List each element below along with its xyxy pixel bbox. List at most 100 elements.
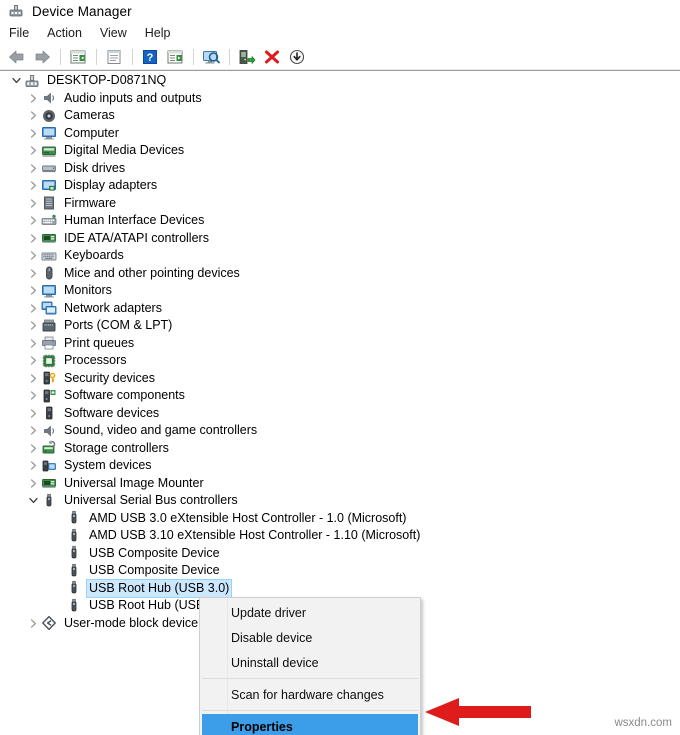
tree-item-label: Software components [64, 388, 185, 403]
tree-item-monitors[interactable]: Monitors [0, 282, 680, 300]
tree-item-universal-image-mounter[interactable]: Universal Image Mounter [0, 475, 680, 493]
chevron-right-icon[interactable] [25, 212, 41, 229]
chevron-down-icon[interactable] [8, 72, 24, 89]
tree-item-amd-usb-3-10-extensible-host-controller-1-10-microsoft[interactable]: AMD USB 3.10 eXtensible Host Controller … [0, 527, 680, 545]
usb-icon [66, 545, 82, 561]
chevron-right-icon[interactable] [25, 352, 41, 369]
usb-icon [66, 563, 82, 579]
menu-action[interactable]: Action [38, 24, 91, 42]
chevron-right-icon[interactable] [25, 90, 41, 107]
tree-item-digital-media-devices[interactable]: Digital Media Devices [0, 142, 680, 160]
image-mounter-icon [41, 475, 57, 491]
chevron-right-icon[interactable] [25, 125, 41, 142]
software-component-icon [41, 388, 57, 404]
tree-item-software-components[interactable]: Software components [0, 387, 680, 405]
usb-icon [66, 510, 82, 526]
tree-item-security-devices[interactable]: Security devices [0, 370, 680, 388]
context-menu[interactable]: Update driver Disable device Uninstall d… [199, 597, 421, 735]
tree-item-processors[interactable]: Processors [0, 352, 680, 370]
tree-item-label: Ports (COM & LPT) [64, 318, 173, 333]
menu-help[interactable]: Help [136, 24, 180, 42]
tree-item-human-interface-devices[interactable]: Human Interface Devices [0, 212, 680, 230]
tree-item-network-adapters[interactable]: Network adapters [0, 300, 680, 318]
tree-item-usb-composite-device[interactable]: USB Composite Device [0, 562, 680, 580]
help-icon[interactable]: ? [138, 46, 162, 68]
tree-item-storage-controllers[interactable]: Storage controllers [0, 440, 680, 458]
disable-device-icon[interactable] [285, 46, 309, 68]
tree-item-cameras[interactable]: Cameras [0, 107, 680, 125]
uninstall-device-icon[interactable] [260, 46, 284, 68]
view-details-icon[interactable] [163, 46, 187, 68]
usb-icon [41, 493, 57, 509]
update-driver-icon[interactable] [235, 46, 259, 68]
svg-text:?: ? [147, 52, 154, 64]
tree-item-sound-video-and-game-controllers[interactable]: Sound, video and game controllers [0, 422, 680, 440]
chevron-right-icon[interactable] [25, 440, 41, 457]
chevron-down-icon[interactable] [25, 492, 41, 509]
chevron-right-icon[interactable] [25, 300, 41, 317]
tree-item-display-adapters[interactable]: Display adapters [0, 177, 680, 195]
chevron-right-icon[interactable] [25, 475, 41, 492]
tree-item-amd-usb-3-0-extensible-host-controller-1-0-microsoft[interactable]: AMD USB 3.0 eXtensible Host Controller -… [0, 510, 680, 528]
network-adapter-icon [41, 300, 57, 316]
forward-icon[interactable] [30, 46, 54, 68]
chevron-right-icon[interactable] [25, 370, 41, 387]
ctx-disable-device[interactable]: Disable device [200, 625, 420, 650]
chevron-right-icon[interactable] [25, 615, 41, 632]
toolbar-divider [0, 70, 680, 71]
chevron-right-icon[interactable] [25, 247, 41, 264]
chevron-right-icon[interactable] [25, 317, 41, 334]
tree-item-keyboards[interactable]: Keyboards [0, 247, 680, 265]
tree-item-usb-root-hub-usb-3-0[interactable]: USB Root Hub (USB 3.0) [0, 578, 680, 598]
tree-item-computer[interactable]: Computer [0, 125, 680, 143]
menu-view[interactable]: View [91, 24, 136, 42]
firmware-icon [41, 195, 57, 211]
chevron-right-icon[interactable] [25, 422, 41, 439]
ctx-scan-hardware-changes[interactable]: Scan for hardware changes [200, 682, 420, 707]
show-hide-console-tree-icon[interactable] [66, 46, 90, 68]
chevron-right-icon[interactable] [25, 142, 41, 159]
tree-item-mice-and-other-pointing-devices[interactable]: Mice and other pointing devices [0, 265, 680, 283]
menu-file[interactable]: File [0, 24, 38, 42]
chevron-right-icon[interactable] [25, 230, 41, 247]
back-icon[interactable] [5, 46, 29, 68]
chevron-right-icon[interactable] [25, 177, 41, 194]
chevron-right-icon[interactable] [25, 405, 41, 422]
chevron-right-icon[interactable] [25, 265, 41, 282]
properties-icon[interactable] [102, 46, 126, 68]
tree-item-label: Sound, video and game controllers [64, 423, 258, 438]
scan-computer-icon[interactable] [199, 46, 223, 68]
tree-item-disk-drives[interactable]: Disk drives [0, 160, 680, 178]
tree-item-system-devices[interactable]: System devices [0, 457, 680, 475]
tree-item-print-queues[interactable]: Print queues [0, 335, 680, 353]
chevron-right-icon[interactable] [25, 195, 41, 212]
tree-item-ide-ata-atapi-controllers[interactable]: IDE ATA/ATAPI controllers [0, 230, 680, 248]
tree-root-node[interactable]: DESKTOP-D0871NQ [0, 72, 680, 90]
usb-icon [66, 598, 82, 614]
tree-item-universal-serial-bus-controllers[interactable]: Universal Serial Bus controllers [0, 492, 680, 510]
chevron-right-icon[interactable] [25, 335, 41, 352]
camera-icon [41, 108, 57, 124]
ctx-update-driver[interactable]: Update driver [200, 600, 420, 625]
tree-item-ports-com-lpt[interactable]: Ports (COM & LPT) [0, 317, 680, 335]
ctx-uninstall-device[interactable]: Uninstall device [200, 650, 420, 675]
ctx-properties[interactable]: Properties [202, 714, 418, 735]
chevron-right-icon[interactable] [25, 282, 41, 299]
tree-item-software-devices[interactable]: Software devices [0, 405, 680, 423]
tree-item-usb-composite-device[interactable]: USB Composite Device [0, 545, 680, 563]
disk-drive-icon [41, 160, 57, 176]
speaker-icon [41, 90, 57, 106]
tree-item-label: Security devices [64, 370, 156, 385]
chevron-right-icon[interactable] [25, 160, 41, 177]
chevron-right-icon[interactable] [25, 457, 41, 474]
chevron-right-icon[interactable] [25, 387, 41, 404]
tree-item-firmware[interactable]: Firmware [0, 195, 680, 213]
chevron-right-icon[interactable] [25, 107, 41, 124]
computer-root-icon [24, 73, 40, 89]
toolbar: ? [0, 44, 680, 69]
tree-item-audio-inputs-and-outputs[interactable]: Audio inputs and outputs [0, 90, 680, 108]
tree-item-label: USB Root Hub (USB 3.0) [85, 578, 233, 598]
